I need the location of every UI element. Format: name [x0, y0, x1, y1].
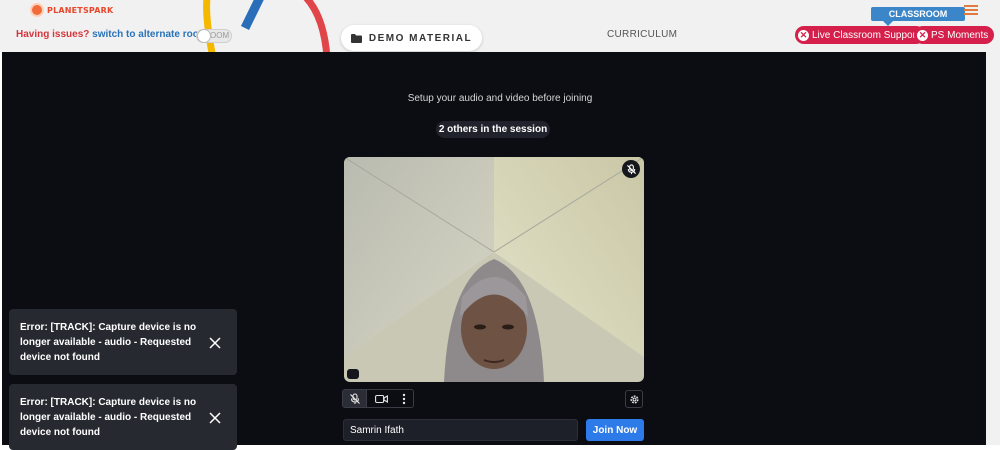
top-bar: PLANETSPARK Having issues? switch to alt…: [0, 0, 1000, 59]
error-toast-message: Error: [TRACK]: Capture device is no lon…: [20, 397, 197, 438]
mic-off-icon: [349, 392, 360, 404]
logo-text: PLANETSPARK: [47, 5, 114, 15]
join-now-button[interactable]: Join Now: [586, 419, 644, 441]
zoom-toggle-label: OOM: [210, 31, 230, 40]
alternate-room-link[interactable]: switch to alternate room: [92, 29, 208, 40]
planetspark-logo: PLANETSPARK: [30, 3, 113, 17]
issues-notice: Having issues? switch to alternate room: [16, 29, 208, 40]
ps-moments-label: PS Moments: [931, 29, 989, 41]
setup-instructions: Setup your audio and video before joinin…: [407, 93, 593, 104]
demo-material-button[interactable]: DEMO MATERIAL: [341, 25, 482, 51]
mic-toggle-button[interactable]: [343, 390, 367, 407]
live-support-label: Live Classroom Support: [812, 29, 919, 41]
camera-icon: [374, 394, 388, 403]
curriculum-tab[interactable]: CURRICULUM: [607, 29, 677, 40]
scrollbar[interactable]: [986, 52, 1000, 445]
live-classroom-support-button[interactable]: ✕ Live Classroom Support: [795, 26, 925, 44]
close-circle-icon: ✕: [798, 29, 809, 41]
error-toast: Error: [TRACK]: Capture device is no lon…: [9, 309, 237, 375]
more-options-button[interactable]: [395, 390, 413, 407]
folder-icon: [350, 33, 362, 43]
close-icon[interactable]: [209, 412, 221, 424]
media-controls: [342, 389, 414, 408]
display-name-input[interactable]: [343, 419, 578, 441]
close-icon[interactable]: [209, 337, 221, 349]
zoom-toggle[interactable]: OOM: [196, 29, 232, 43]
camera-preview: [344, 157, 644, 382]
more-vertical-icon: [402, 393, 406, 404]
issues-warning-text: Having issues?: [16, 29, 90, 40]
participants-badge: 2 others in the session: [436, 121, 550, 138]
settings-icon: [629, 394, 639, 404]
demo-material-label: DEMO MATERIAL: [368, 32, 473, 44]
network-icon: [347, 369, 359, 379]
camera-preview-image: [344, 157, 644, 382]
mic-muted-indicator: [622, 160, 640, 178]
classroom-tab[interactable]: CLASSROOM: [871, 7, 965, 26]
device-settings-button[interactable]: [625, 390, 643, 408]
logo-icon: [30, 3, 44, 17]
mic-off-icon: [626, 163, 636, 174]
menu-icon[interactable]: [964, 5, 978, 15]
error-toast: Error: [TRACK]: Capture device is no lon…: [9, 384, 237, 450]
error-toast-message: Error: [TRACK]: Capture device is no lon…: [20, 322, 197, 363]
toggle-knob: [197, 29, 211, 43]
close-circle-icon: ✕: [917, 29, 928, 41]
camera-toggle-button[interactable]: [367, 390, 395, 407]
ps-moments-button[interactable]: ✕ PS Moments: [914, 26, 995, 44]
